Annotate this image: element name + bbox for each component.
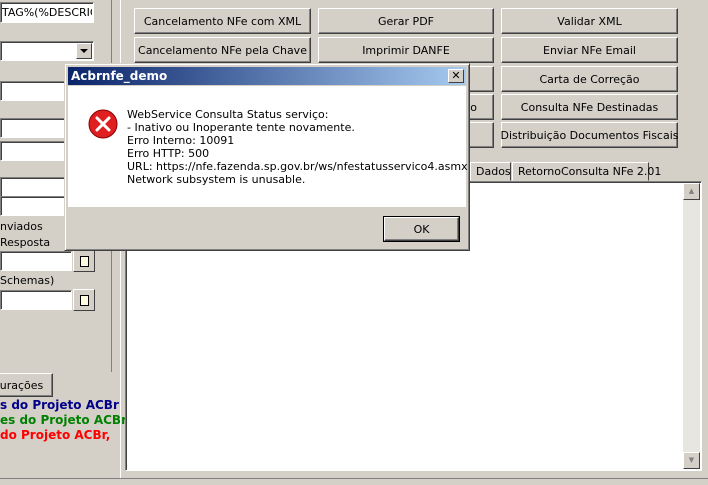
vertical-scrollbar[interactable]: ▲ ▼ xyxy=(683,183,700,469)
message-line-5: URL: https://nfe.fazenda.sp.gov.br/ws/nf… xyxy=(127,160,468,173)
configuracoes-button-label: urações xyxy=(0,378,44,392)
gerar-pdf-label: Gerar PDF xyxy=(377,14,434,28)
message-line-6: Network subsystem is unusable. xyxy=(127,173,306,186)
tab-retorno-consulta-label: RetornoConsulta NFe 2.01 xyxy=(518,165,662,178)
schemas-label: Schemas) xyxy=(0,274,55,287)
message-line-4: Erro HTTP: 500 xyxy=(127,147,210,160)
chevron-down-icon xyxy=(80,49,88,53)
message-line-2: - Inativo ou Inoperante tente novamente. xyxy=(127,121,355,134)
ok-button[interactable]: OK xyxy=(383,216,460,242)
gerar-pdf-button[interactable]: Gerar PDF xyxy=(318,8,494,34)
tab-dados-label: Dados xyxy=(476,165,511,178)
browse-button-2[interactable] xyxy=(73,289,95,311)
scroll-down-button[interactable]: ▼ xyxy=(683,452,700,469)
message-line-1: WebService Consulta Status serviço: xyxy=(127,108,329,121)
scroll-up-button[interactable]: ▲ xyxy=(683,183,700,200)
credit-line-3: do Projeto ACBr, xyxy=(0,428,111,442)
configuracoes-button[interactable]: urações xyxy=(0,373,53,397)
dialog-message: WebService Consulta Status serviço: - In… xyxy=(127,108,468,186)
cancelamento-chave-label: Cancelamento NFe pela Chave xyxy=(138,43,307,57)
error-dialog: Acbrnfe_demo ✕ WebService Consulta Statu… xyxy=(64,63,470,251)
message-line-3: Erro Interno: 10091 xyxy=(127,134,235,147)
left-field-4[interactable] xyxy=(0,177,66,197)
arrow-up-icon: ▲ xyxy=(688,187,695,195)
enviar-nfe-email-button[interactable]: Enviar NFe Email xyxy=(501,37,678,63)
browse-button-1[interactable] xyxy=(73,250,95,272)
enviar-nfe-email-label: Enviar NFe Email xyxy=(543,43,636,57)
top-text-field[interactable]: TAG%(%DESCRICA xyxy=(0,2,94,23)
dialog-titlebar[interactable]: Acbrnfe_demo ✕ xyxy=(68,67,466,85)
cancelamento-xml-button[interactable]: Cancelamento NFe com XML xyxy=(134,8,311,34)
left-field-5[interactable] xyxy=(0,196,66,216)
imprimir-danfe-button[interactable]: Imprimir DANFE xyxy=(318,37,494,63)
path-field-2[interactable] xyxy=(0,290,72,310)
checkbox-resposta-label: Resposta xyxy=(0,236,51,249)
consulta-nfe-destinadas-label: Consulta NFe Destinadas xyxy=(520,100,659,114)
top-text-field-value: TAG%(%DESCRICA xyxy=(2,6,92,19)
carta-correcao-label: Carta de Correção xyxy=(539,72,640,86)
ok-button-label: OK xyxy=(413,222,430,236)
left-field-3[interactable] xyxy=(0,141,66,161)
document-icon xyxy=(79,294,89,306)
combo-dropdown-button[interactable] xyxy=(76,43,92,59)
checkbox-enviados-label: nviados xyxy=(0,220,43,233)
distribuicao-documentos-button[interactable]: Distribuição Documentos Fiscais xyxy=(500,122,679,148)
status-bar xyxy=(0,478,708,485)
dialog-close-button[interactable]: ✕ xyxy=(448,69,464,83)
cancelamento-chave-button[interactable]: Cancelamento NFe pela Chave xyxy=(134,37,311,63)
close-icon: ✕ xyxy=(451,69,461,82)
path-field-1[interactable] xyxy=(0,251,72,271)
credit-line-2: es do Projeto ACBr xyxy=(0,413,127,427)
carta-correcao-button[interactable]: Carta de Correção xyxy=(501,66,678,92)
arrow-down-icon: ▼ xyxy=(688,456,695,464)
credit-line-1: s do Projeto ACBr xyxy=(0,398,119,412)
combo-box[interactable] xyxy=(0,41,94,61)
cancelamento-xml-label: Cancelamento NFe com XML xyxy=(143,14,302,28)
imprimir-danfe-label: Imprimir DANFE xyxy=(362,43,450,57)
dialog-title: Acbrnfe_demo xyxy=(71,69,168,83)
validar-xml-label: Validar XML xyxy=(557,14,622,28)
consulta-nfe-destinadas-button[interactable]: Consulta NFe Destinadas xyxy=(501,94,678,120)
left-field-1[interactable] xyxy=(0,81,66,101)
left-field-2[interactable] xyxy=(0,118,66,138)
error-icon xyxy=(88,109,118,139)
validar-xml-button[interactable]: Validar XML xyxy=(501,8,678,34)
row4-mid-label: o xyxy=(470,100,477,114)
tab-dados[interactable]: Dados xyxy=(470,162,511,181)
distribuicao-documentos-label: Distribuição Documentos Fiscais xyxy=(500,128,679,142)
document-icon xyxy=(79,255,89,267)
tab-retorno-consulta[interactable]: RetornoConsulta NFe 2.01 xyxy=(512,162,661,181)
